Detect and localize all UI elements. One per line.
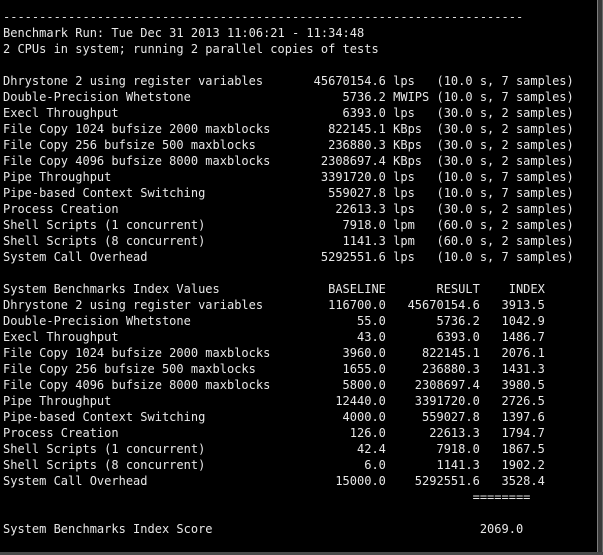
index-row: System Call Overhead 15000.0 5292551.6 3… xyxy=(3,474,545,488)
terminal-window[interactable]: ----------------------------------------… xyxy=(0,0,603,555)
benchmark-run-line: Benchmark Run: Tue Dec 31 2013 11:06:21 … xyxy=(3,26,365,40)
result-row: Pipe Throughput 3391720.0 lps (10.0 s, 7… xyxy=(3,170,574,184)
index-row: Shell Scripts (1 concurrent) 42.4 7918.0… xyxy=(3,442,545,456)
index-row: Process Creation 126.0 22613.3 1794.7 xyxy=(3,426,545,440)
result-row: Shell Scripts (8 concurrent) 1141.3 lpm … xyxy=(3,234,574,248)
result-row: Process Creation 22613.3 lps (30.0 s, 2 … xyxy=(3,202,574,216)
index-row: Execl Throughput 43.0 6393.0 1486.7 xyxy=(3,330,545,344)
cpu-info-line: 2 CPUs in system; running 2 parallel cop… xyxy=(3,42,379,56)
index-row: Pipe Throughput 12440.0 3391720.0 2726.5 xyxy=(3,394,545,408)
result-row: Shell Scripts (1 concurrent) 7918.0 lpm … xyxy=(3,218,574,232)
index-row: Shell Scripts (8 concurrent) 6.0 1141.3 … xyxy=(3,458,545,472)
index-row: Double-Precision Whetstone 55.0 5736.2 1… xyxy=(3,314,545,328)
index-row: Pipe-based Context Switching 4000.0 5590… xyxy=(3,410,545,424)
terminal-output: ----------------------------------------… xyxy=(3,9,574,537)
result-row: File Copy 256 bufsize 500 maxblocks 2368… xyxy=(3,138,574,152)
result-row: System Call Overhead 5292551.6 lps (10.0… xyxy=(3,250,574,264)
score-rule-line: ======== xyxy=(3,490,531,504)
index-row: File Copy 4096 bufsize 8000 maxblocks 58… xyxy=(3,378,545,392)
separator-line: ----------------------------------------… xyxy=(3,10,524,24)
index-row: Dhrystone 2 using register variables 116… xyxy=(3,298,545,312)
index-row: File Copy 1024 bufsize 2000 maxblocks 39… xyxy=(3,346,545,360)
index-score-line: System Benchmarks Index Score 2069.0 xyxy=(3,522,524,536)
result-row: Dhrystone 2 using register variables 456… xyxy=(3,74,574,88)
result-row: Pipe-based Context Switching 559027.8 lp… xyxy=(3,186,574,200)
result-row: Double-Precision Whetstone 5736.2 MWIPS … xyxy=(3,90,574,104)
result-row: File Copy 1024 bufsize 2000 maxblocks 82… xyxy=(3,122,574,136)
result-row: File Copy 4096 bufsize 8000 maxblocks 23… xyxy=(3,154,574,168)
result-row: Execl Throughput 6393.0 lps (30.0 s, 2 s… xyxy=(3,106,574,120)
index-header-line: System Benchmarks Index Values BASELINE … xyxy=(3,282,545,296)
vertical-scrollbar[interactable] xyxy=(597,0,602,555)
index-row: File Copy 256 bufsize 500 maxblocks 1655… xyxy=(3,362,545,376)
